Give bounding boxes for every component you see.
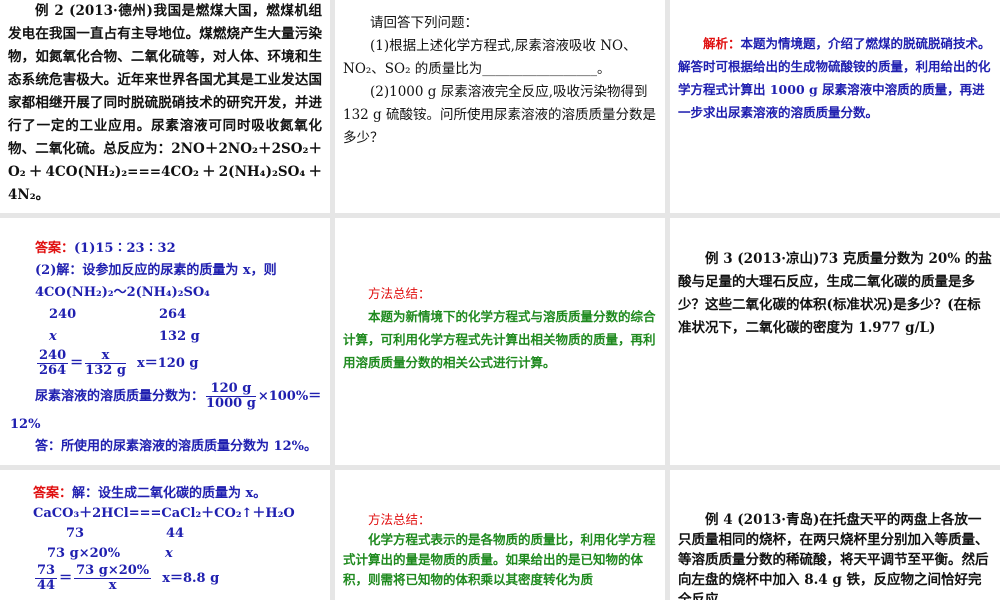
slide-example-2: 例 2 (2013·德州)我国是燃煤大国，燃煤机组发电在我国一直占有主导地位。煤… — [0, 0, 330, 213]
equals-sign: ＝ — [70, 356, 84, 371]
ratio-fraction-3: 73 44 — [35, 563, 58, 593]
questions-intro: 请回答下列问题： — [370, 15, 478, 31]
molar-mass-2: 264 — [159, 307, 187, 322]
answer-intro-2: 解：设生成二氧化碳的质量为 x。 — [72, 486, 267, 501]
molar-mass-1: 240 — [49, 307, 77, 322]
example-4-text: 例 4 (2013·青岛)在托盘天平的两盘上各放一只质量相同的烧杯，在两只烧杯里… — [678, 512, 989, 600]
slide-example-3: 例 3 (2013·凉山)73 克质量分数为 20% 的盐酸与足量的大理石反应，… — [670, 218, 1000, 465]
question-2: (2)1000 g 尿素溶液完全反应,吸收污染物得到 132 g 硫酸铵。问所使… — [343, 84, 656, 146]
ratio-fraction-2: x 132 g — [85, 348, 126, 378]
slide-answer-1: 答案：(1)15∶23∶32 (2)解：设参加反应的尿素的质量为 x，则 4CO… — [0, 218, 330, 465]
ratio-fraction-4: 73 g×20% x — [74, 563, 152, 593]
method-summary-label: 方法总结： — [368, 286, 431, 301]
variable-2: 132 g — [159, 329, 200, 344]
example-3-text: 例 3 (2013·凉山)73 克质量分数为 20% 的盐酸与足量的大理石反应，… — [678, 251, 992, 336]
slide-analysis: 解析：本题为情境题，介绍了燃煤的脱硫脱硝技术。解答时可根据给出的生成物硫酸铵的质… — [670, 0, 1000, 213]
method-summary-text-2: 化学方程式表示的是各物质的质量比，利用化学方程式计算出的量是物质的质量。如果给出… — [343, 532, 656, 587]
example-2-text: 例 2 (2013·德州)我国是燃煤大国，燃煤机组发电在我国一直占有主导地位。煤… — [8, 3, 322, 203]
question-1: (1)根据上述化学方程式,尿素溶液吸收 NO、NO₂、SO₂ 的质量比为____… — [343, 38, 637, 77]
answer-label: 答案： — [35, 241, 75, 256]
slide-questions: 请回答下列问题： (1)根据上述化学方程式,尿素溶液吸收 NO、NO₂、SO₂ … — [335, 0, 665, 213]
percentage-tail: ×100%＝ — [257, 389, 322, 404]
hcl-mass: 73 g×20% — [47, 546, 121, 561]
final-answer: 答：所使用的尿素溶液的溶质质量分数为 12%。 — [35, 439, 317, 454]
percentage-value: 12% — [10, 417, 41, 432]
molar-mass-co2: 44 — [166, 526, 185, 541]
analysis-text: 解析：本题为情境题，介绍了燃煤的脱硫脱硝技术。解答时可根据给出的生成物硫酸铵的质… — [678, 32, 992, 124]
slide-method-summary-1: 方法总结： 本题为新情境下的化学方程式与溶质质量分数的综合计算，可利用化学方程式… — [335, 218, 665, 465]
percentage-fraction: 120 g 1000 g — [206, 381, 256, 411]
slide-method-summary-2: 方法总结： 化学方程式表示的是各物质的质量比，利用化学方程式计算出的量是物质的质… — [335, 470, 665, 600]
equals-sign-2: ＝ — [59, 571, 73, 586]
answer-part-1: (1)15∶23∶32 — [74, 241, 176, 256]
method-summary-text: 本题为新情境下的化学方程式与溶质质量分数的综合计算，可利用化学方程式先计算出相关… — [343, 309, 656, 370]
co2-variable: x — [165, 546, 173, 561]
slide-example-4: 例 4 (2013·青岛)在托盘天平的两盘上各放一只质量相同的烧杯，在两只烧杯里… — [670, 470, 1000, 600]
answer-equation-2: CaCO₃＋2HCl===CaCl₂＋CO₂↑＋H₂O — [33, 506, 295, 521]
result-x: x＝120 g — [136, 356, 199, 371]
answer-label-2: 答案： — [33, 486, 73, 501]
slide-answer-2: 答案：解：设生成二氧化碳的质量为 x。 CaCO₃＋2HCl===CaCl₂＋C… — [0, 470, 330, 600]
ratio-fraction-1: 240 264 — [37, 348, 69, 378]
method-summary-label-2: 方法总结： — [368, 512, 431, 527]
answer-part-2: (2)解：设参加反应的尿素的质量为 x，则 — [35, 263, 277, 278]
molar-mass-hcl: 73 — [66, 526, 85, 541]
analysis-label: 解析： — [703, 36, 741, 51]
answer-equation: 4CO(NH₂)₂～2(NH₄)₂SO₄ — [35, 285, 210, 300]
result-co2: x＝8.8 g — [162, 571, 220, 586]
variable-1: x — [49, 329, 57, 344]
percentage-label: 尿素溶液的溶质质量分数为： — [35, 389, 205, 404]
